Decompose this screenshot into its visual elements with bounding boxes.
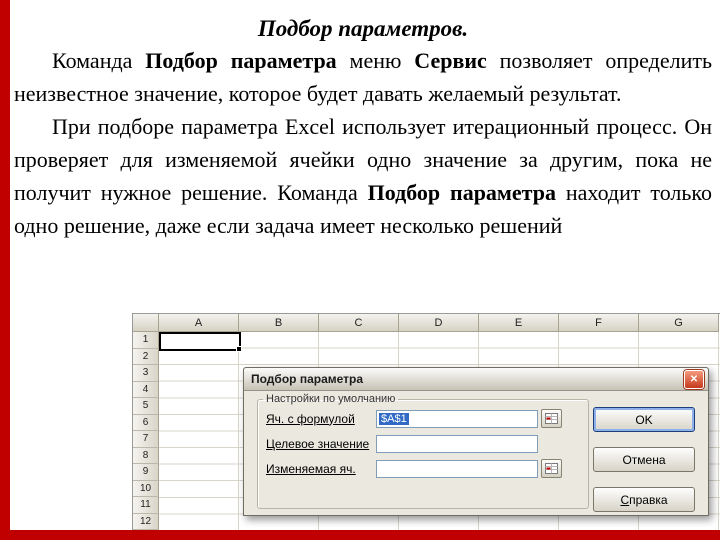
column-header-G[interactable]: G	[639, 314, 719, 332]
formula-cell-row: Яч. с формулой $A$1	[266, 409, 584, 428]
column-header-E[interactable]: E	[479, 314, 559, 332]
column-header-B[interactable]: B	[239, 314, 319, 332]
changing-cell-input[interactable]	[376, 459, 538, 478]
row-header-2[interactable]: 2	[133, 348, 159, 365]
row-header-12[interactable]: 12	[133, 513, 159, 530]
target-value-row: Целевое значение	[266, 434, 584, 453]
paragraph-2: При подборе параметра Excel использует и…	[14, 110, 712, 242]
dialog-titlebar[interactable]: Подбор параметра ✕	[244, 368, 708, 391]
column-header-F[interactable]: F	[559, 314, 639, 332]
formula-cell-label: Яч. с формулой	[266, 411, 355, 426]
row-header-6[interactable]: 6	[133, 414, 159, 431]
range-picker-button[interactable]	[541, 409, 562, 428]
target-value-input[interactable]	[376, 434, 538, 453]
column-headers: ABCDEFG	[159, 314, 720, 332]
p1-bold-2: Сервис	[414, 48, 487, 73]
column-header-A[interactable]: A	[159, 314, 239, 332]
p2-bold-1: Подбор параметра	[367, 180, 556, 205]
sheet-select-all-corner[interactable]	[133, 314, 159, 332]
group-label: Настройки по умолчанию	[266, 393, 396, 405]
row-header-5[interactable]: 5	[133, 398, 159, 415]
fill-handle[interactable]	[236, 346, 242, 352]
dialog-body: Настройки по умолчанию Яч. с формулой $A…	[244, 391, 708, 515]
row-header-1[interactable]: 1	[133, 332, 159, 349]
p1-text-1: Команда	[52, 48, 146, 73]
range-picker-icon	[545, 463, 558, 474]
slide-title: Подбор параметров.	[257, 16, 469, 41]
row-header-11[interactable]: 11	[133, 497, 159, 514]
selected-cell-A1[interactable]	[159, 332, 242, 352]
p1-bold-1: Подбор параметра	[145, 48, 337, 73]
help-button-underlined-letter: С	[620, 492, 630, 507]
close-button[interactable]: ✕	[684, 369, 704, 389]
range-picker-icon	[545, 413, 558, 424]
dialog-buttons: OK Отмена Справка	[593, 407, 695, 512]
red-stripe-left	[0, 0, 10, 540]
red-stripe-bottom	[0, 530, 720, 540]
formula-cell-input[interactable]: $A$1	[376, 409, 538, 428]
range-picker-button-2[interactable]	[541, 459, 562, 478]
row-headers: 1 2 3 4 5 6 7 8 9 10 11 12	[133, 332, 159, 530]
row-header-3[interactable]: 3	[133, 365, 159, 382]
p1-text-2: меню	[336, 48, 415, 73]
default-settings-group: Настройки по умолчанию Яч. с формулой $A…	[257, 393, 589, 509]
presentation-slide: Подбор параметров. Команда Подбор параме…	[0, 0, 720, 540]
row-header-8[interactable]: 8	[133, 447, 159, 464]
help-button-rest: правка	[629, 492, 668, 507]
help-button[interactable]: Справка	[593, 487, 695, 512]
ok-button[interactable]: OK	[593, 407, 695, 432]
sheet-header-row: ABCDEFG	[133, 314, 720, 332]
row-header-10[interactable]: 10	[133, 480, 159, 497]
dialog-title: Подбор параметра	[251, 372, 364, 386]
paragraph-1: Команда Подбор параметра меню Сервис поз…	[14, 44, 712, 110]
row-header-4[interactable]: 4	[133, 381, 159, 398]
slide-text-block: Подбор параметров. Команда Подбор параме…	[14, 16, 712, 242]
row-header-9[interactable]: 9	[133, 464, 159, 481]
formula-cell-value: $A$1	[379, 412, 409, 425]
close-icon: ✕	[689, 373, 699, 385]
row-header-7[interactable]: 7	[133, 431, 159, 448]
goal-seek-dialog: Подбор параметра ✕ Настройки по умолчани…	[243, 367, 709, 516]
changing-cell-label: Изменяемая яч.	[266, 461, 356, 476]
column-header-D[interactable]: D	[399, 314, 479, 332]
target-value-label: Целевое значение	[266, 436, 370, 451]
changing-cell-row: Изменяемая яч.	[266, 459, 584, 478]
cancel-button[interactable]: Отмена	[593, 447, 695, 472]
column-header-C[interactable]: C	[319, 314, 399, 332]
